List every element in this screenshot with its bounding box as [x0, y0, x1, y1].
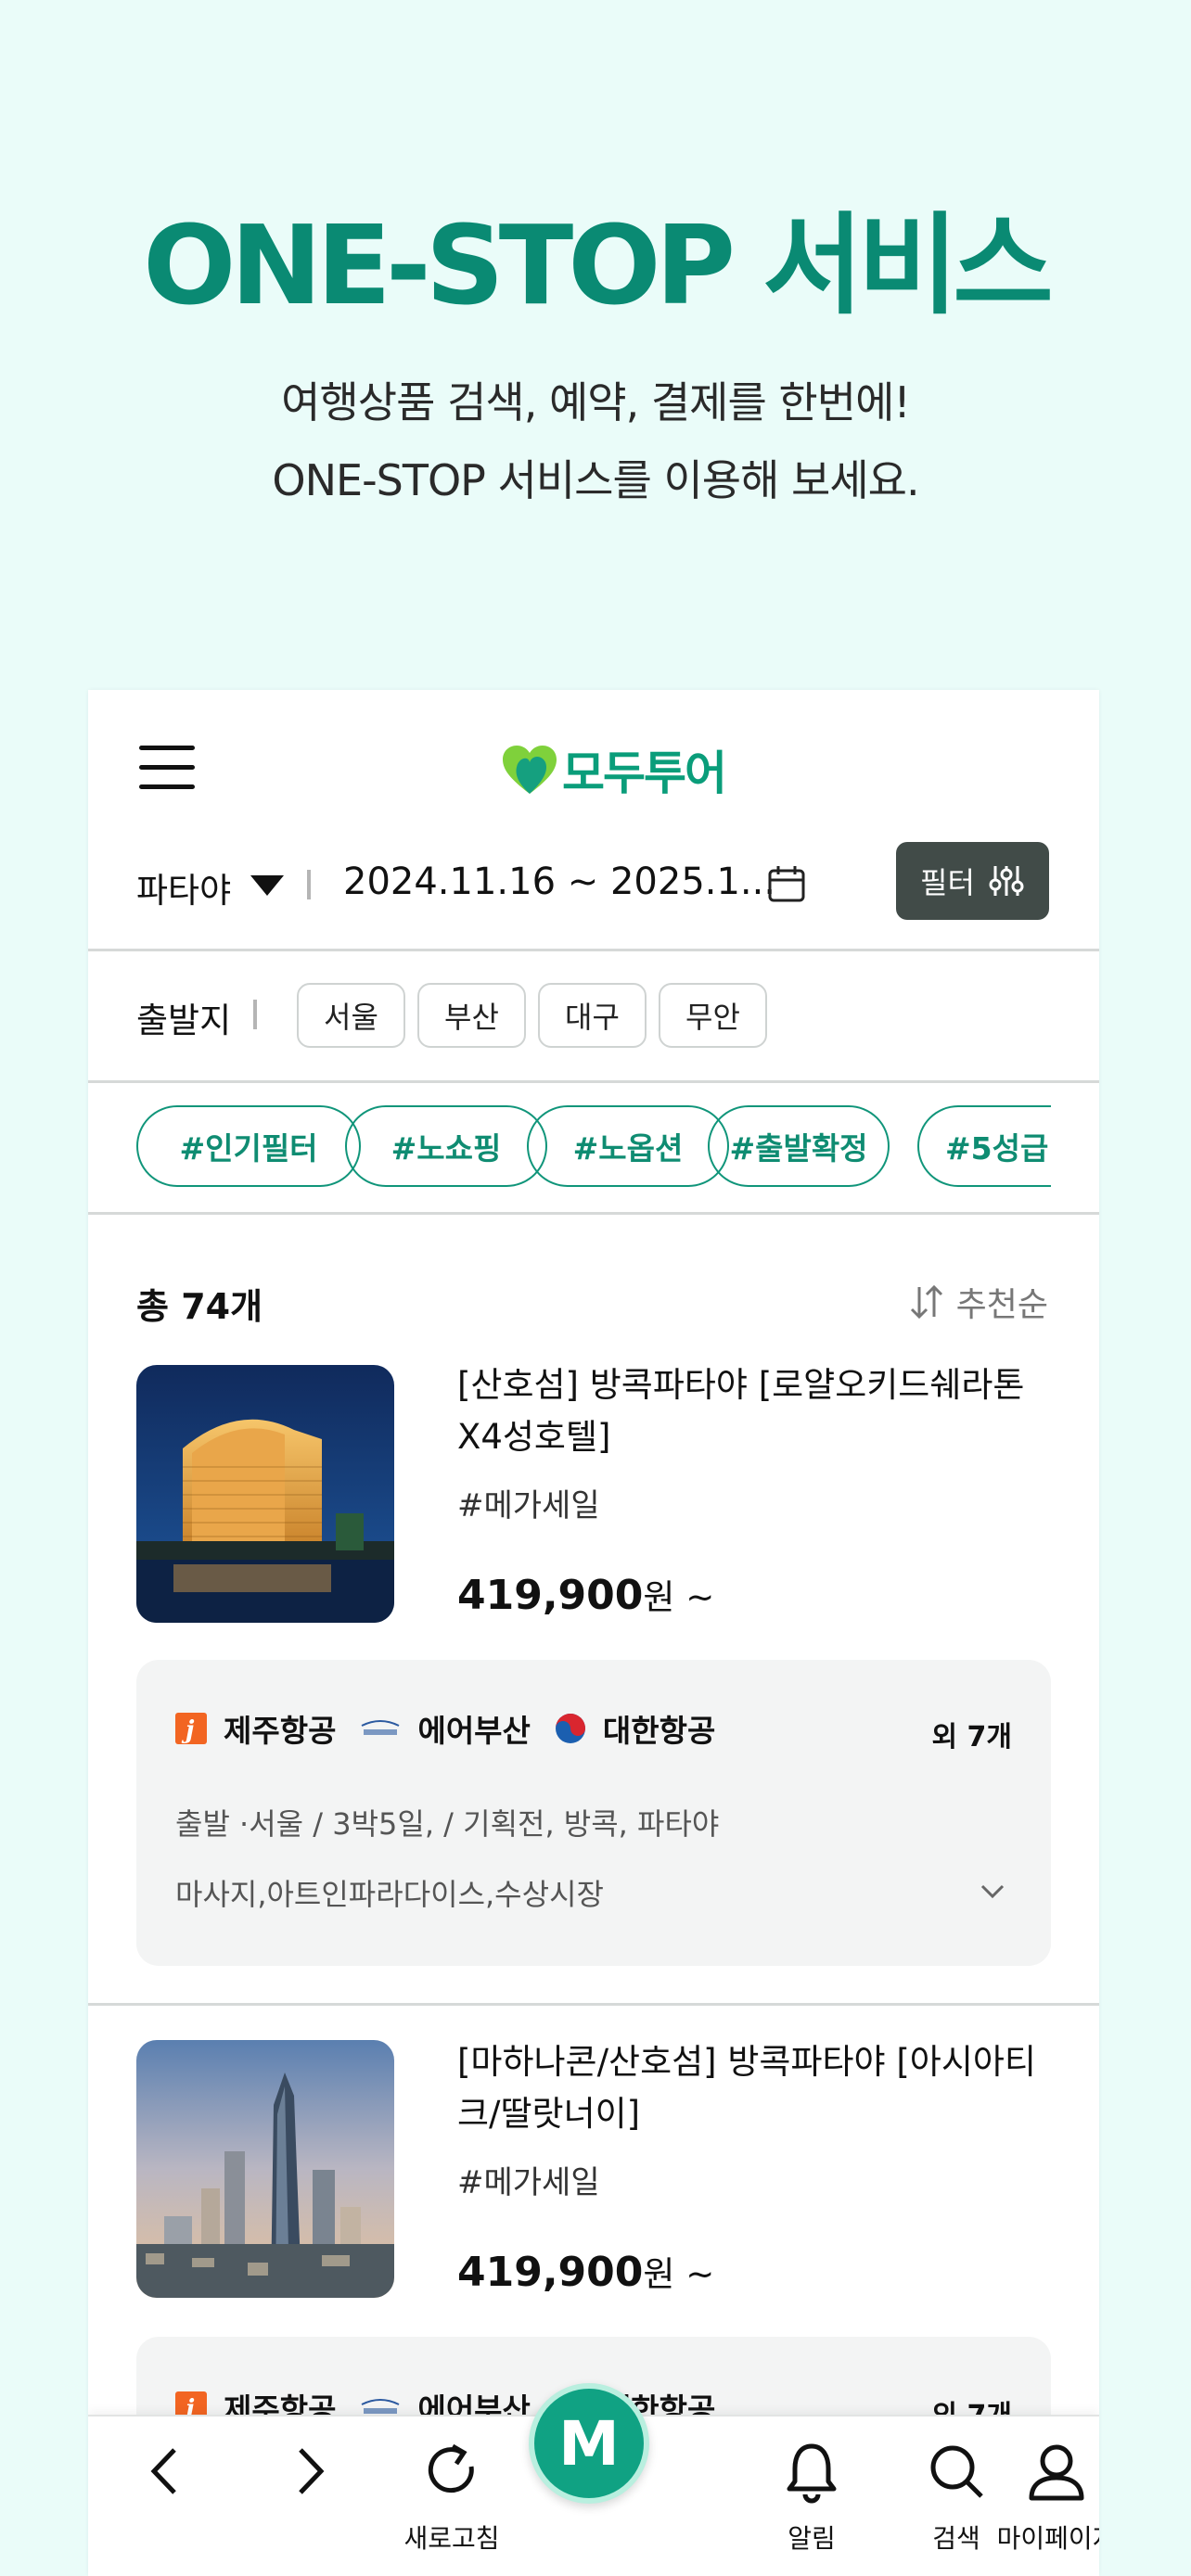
region-selector[interactable]: 파타야 — [136, 862, 231, 912]
airline-name: 대한항공 — [602, 1713, 716, 1749]
result-count: 총 74개 — [136, 1286, 263, 1327]
logo[interactable]: 모두투어 — [501, 742, 727, 800]
nav-label: 알림 — [788, 2523, 836, 2554]
phone-screen: 모두투어 파타야 2024.11.16 ~ 2025.1... 필터 출발지 서… — [88, 690, 1099, 2576]
price-value: 419,900 — [457, 2249, 644, 2296]
tag-no-option[interactable]: #노옵션 — [527, 1105, 729, 1187]
price-unit: 원 ~ — [643, 1577, 715, 1617]
product-info-highlights: 마사지,아트인파라다이스,수상시장 — [175, 1877, 604, 1912]
price-value: 419,900 — [457, 1572, 644, 1619]
promo-subtitle-line2: ONE-STOP 서비스를 이용해 보세요. — [272, 455, 919, 505]
search-icon — [930, 2445, 983, 2498]
tag-popular-filter[interactable]: #인기필터 — [136, 1105, 361, 1187]
sliders-icon — [989, 866, 1024, 896]
divider — [88, 949, 1099, 951]
departure-chip-daegu[interactable]: 대구 — [538, 983, 647, 1048]
nav-forward[interactable] — [270, 2417, 350, 2576]
product-price-2: 419,900원 ~ — [457, 2246, 714, 2296]
departure-chip-muan[interactable]: 무안 — [659, 983, 767, 1048]
caret-down-icon[interactable] — [250, 875, 284, 896]
jeju-air-logo-icon: j — [175, 1713, 207, 1744]
bell-icon — [787, 2443, 837, 2504]
divider — [88, 1212, 1099, 1215]
airline-name: 에어부산 — [417, 1713, 531, 1749]
airline-korean-air: 대한항공 — [555, 1706, 715, 1751]
city-photo-illustration — [136, 2040, 394, 2298]
sort-arrows-icon — [910, 1284, 942, 1320]
date-range[interactable]: 2024.11.16 ~ 2025.1... — [343, 861, 775, 903]
divider — [307, 870, 311, 899]
product-info-departure: 출발 ·서울 / 3박5일, / 기획전, 방콕, 파타야 — [175, 1806, 720, 1842]
tag-confirmed-departure[interactable]: #출발확정 — [708, 1105, 890, 1187]
chevron-right-icon — [299, 2448, 325, 2494]
promo-subtitle-line1: 여행상품 검색, 예약, 결제를 한번에! — [281, 377, 911, 427]
departure-chip-busan[interactable]: 부산 — [417, 983, 526, 1048]
divider — [88, 1080, 1099, 1083]
nav-label: 새로고침 — [403, 2523, 500, 2554]
heart-logo-icon — [503, 746, 557, 794]
logo-text: 모두투어 — [562, 746, 727, 800]
nav-label: 마이페이지 — [996, 2523, 1099, 2554]
product-info-box-1[interactable]: j 제주항공 에어부산 대한항공 외 7개 출발 ·서울 / 3박5일, / 기… — [136, 1660, 1051, 1966]
airline-name: 제주항공 — [224, 1713, 337, 1749]
product-title-1[interactable]: [산호섬] 방콕파타야 [로얄오키드쉐라톤 X4성호텔] — [457, 1359, 1060, 1463]
nav-back[interactable] — [125, 2417, 205, 2576]
app-header: 모두투어 — [88, 690, 1099, 848]
filter-button[interactable]: 필터 — [896, 842, 1049, 920]
product-price-1: 419,900원 ~ — [457, 1569, 714, 1619]
airline-airbusan: 에어부산 — [360, 1706, 531, 1751]
calendar-icon[interactable] — [767, 864, 806, 903]
home-m-button[interactable]: M — [529, 2383, 649, 2504]
airline-list: j 제주항공 에어부산 대한항공 — [175, 1706, 739, 1751]
departure-chip-seoul[interactable]: 서울 — [297, 983, 405, 1048]
chevron-down-icon[interactable] — [979, 1877, 1006, 1905]
hotel-photo-illustration — [136, 1365, 394, 1623]
search-bar: 파타야 2024.11.16 ~ 2025.1... 필터 — [88, 838, 1099, 950]
divider — [88, 2003, 1099, 2006]
product-image-1[interactable] — [136, 1365, 394, 1623]
sort-selector[interactable]: 추천순 — [908, 1278, 1048, 1326]
chevron-left-icon — [150, 2448, 176, 2494]
nav-mypage[interactable]: 마이페이지 — [982, 2417, 1099, 2576]
filter-label: 필터 — [920, 865, 975, 900]
product-title-2[interactable]: [마하나콘/산호섬] 방콕파타야 [아시아티크/딸랏너이] — [457, 2036, 1060, 2140]
departure-label: 출발지 — [136, 1001, 232, 1040]
user-icon — [1029, 2444, 1084, 2501]
tag-no-shopping[interactable]: #노쇼핑 — [345, 1105, 547, 1187]
sort-label: 추천순 — [955, 1286, 1048, 1324]
airline-jeju: j 제주항공 — [175, 1706, 336, 1751]
nav-alerts[interactable]: 알림 — [765, 2417, 858, 2576]
divider — [253, 1000, 257, 1029]
promo-title: ONE-STOP 서비스 — [143, 201, 1054, 329]
nav-label: 검색 — [932, 2523, 980, 2554]
air-busan-logo-icon — [362, 1720, 400, 1735]
refresh-icon — [428, 2443, 474, 2493]
nav-refresh[interactable]: 새로고침 — [387, 2417, 517, 2576]
menu-icon[interactable] — [139, 746, 195, 792]
korean-air-logo-icon — [555, 1714, 585, 1743]
product-hashtag-2: #메가세일 — [457, 2164, 600, 2201]
product-hashtag-1: #메가세일 — [457, 1487, 600, 1524]
product-image-2[interactable] — [136, 2040, 394, 2298]
tag-5star[interactable]: #5성급 + — [917, 1105, 1051, 1187]
price-unit: 원 ~ — [643, 2254, 715, 2294]
more-airlines: 외 7개 — [931, 1721, 1012, 1753]
